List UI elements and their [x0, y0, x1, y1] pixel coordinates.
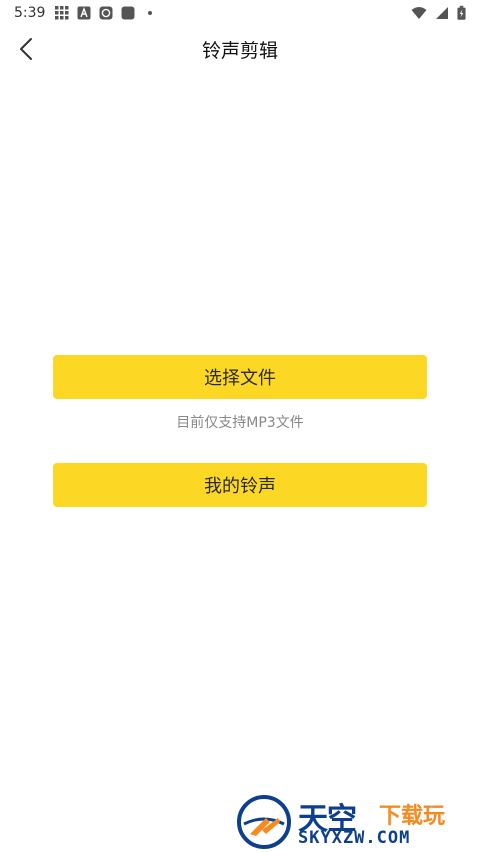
back-button[interactable] [10, 32, 44, 66]
dot-icon [148, 11, 153, 15]
a-icon [77, 6, 91, 20]
watermark-logo-icon [237, 795, 291, 849]
watermark-domain: SKYXZW.COM [298, 828, 411, 848]
app-icon [99, 6, 113, 20]
status-time: 5:39 [14, 5, 46, 21]
wifi-icon [411, 7, 427, 19]
watermark-subtitle: 下载玩 [379, 804, 446, 829]
square-icon [121, 6, 135, 20]
status-icons-right [411, 5, 466, 21]
my-ringtones-button[interactable]: 我的铃声 [53, 463, 427, 507]
status-bar: 5:39 [0, 0, 480, 26]
status-icons-left [55, 6, 157, 20]
select-file-button[interactable]: 选择文件 [53, 355, 427, 399]
app-header: 铃声剪辑 [0, 26, 480, 72]
chevron-left-icon [20, 38, 32, 60]
grid-icon [55, 6, 69, 20]
watermark: 天空 下载玩 SKYXZW.COM [236, 792, 480, 852]
page-title: 铃声剪辑 [201, 39, 278, 62]
battery-icon [457, 5, 466, 20]
signal-icon [436, 7, 448, 19]
mp3-hint-text: 目前仅支持MP3文件 [176, 415, 304, 431]
